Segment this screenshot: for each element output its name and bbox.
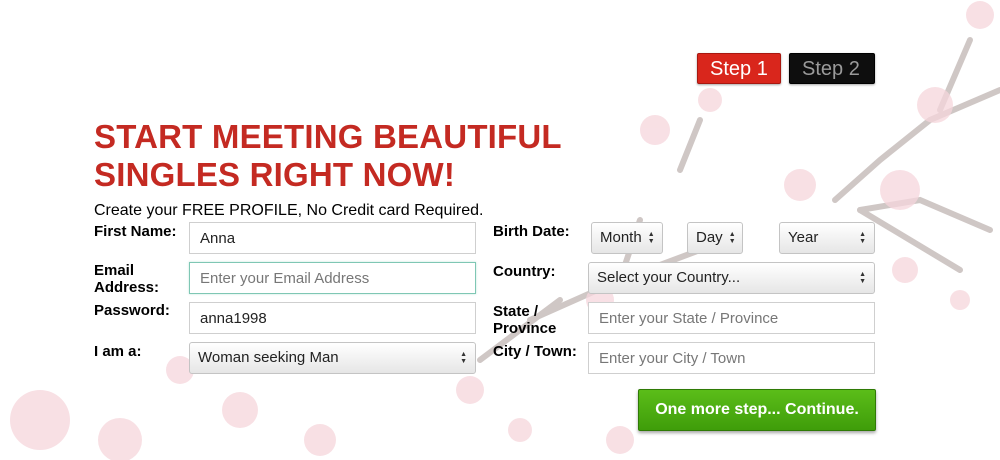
- birth-date-label: Birth Date:: [493, 223, 570, 240]
- country-select-value: Select your Country...: [597, 269, 741, 286]
- birth-year-value: Year: [788, 229, 819, 246]
- seeking-select[interactable]: Woman seeking Man ▲ ▼: [189, 342, 476, 374]
- step-1-badge: Step 1: [697, 53, 781, 84]
- birth-month-value: Month: [600, 229, 642, 246]
- city-input[interactable]: [588, 342, 875, 374]
- email-label-line-2: Address:: [94, 279, 160, 296]
- state-input[interactable]: [588, 302, 875, 334]
- seeking-label: I am a:: [94, 343, 142, 360]
- updown-arrow-icon: ▲ ▼: [859, 231, 866, 245]
- email-label: Email Address:: [94, 262, 159, 296]
- first-name-label: First Name:: [94, 223, 177, 240]
- page-title-line-2: SINGLES RIGHT NOW!: [94, 156, 456, 193]
- page-title: START MEETING BEAUTIFUL SINGLES RIGHT NO…: [94, 118, 562, 194]
- continue-button[interactable]: One more step... Continue.: [638, 389, 876, 431]
- page-subtitle: Create your FREE PROFILE, No Credit card…: [94, 202, 484, 219]
- seeking-select-value: Woman seeking Man: [198, 349, 339, 366]
- email-label-line-1: Email: [94, 262, 135, 279]
- updown-arrow-icon: ▲ ▼: [728, 231, 736, 245]
- email-input[interactable]: [189, 262, 476, 294]
- password-label: Password:: [94, 302, 170, 319]
- step-2-badge: Step 2: [789, 53, 875, 84]
- birth-day-select[interactable]: Day ▲ ▼: [687, 222, 743, 254]
- city-label: City / Town:: [493, 343, 577, 360]
- birth-year-select[interactable]: Year ▲ ▼: [779, 222, 875, 254]
- updown-arrow-icon: ▲ ▼: [647, 231, 655, 245]
- country-label: Country:: [493, 263, 556, 280]
- updown-arrow-icon: ▲ ▼: [859, 271, 866, 285]
- state-label: State / Province: [493, 303, 556, 337]
- birth-day-value: Day: [696, 229, 723, 246]
- first-name-input[interactable]: [189, 222, 476, 254]
- birth-month-select[interactable]: Month ▲ ▼: [591, 222, 663, 254]
- page-title-line-1: START MEETING BEAUTIFUL: [94, 118, 562, 155]
- step-indicator: Step 1 Step 2: [697, 53, 875, 84]
- state-label-line-1: State /: [493, 303, 539, 320]
- country-select[interactable]: Select your Country... ▲ ▼: [588, 262, 875, 294]
- state-label-line-2: Province: [493, 320, 557, 337]
- updown-arrow-icon: ▲ ▼: [460, 351, 467, 365]
- password-input[interactable]: [189, 302, 476, 334]
